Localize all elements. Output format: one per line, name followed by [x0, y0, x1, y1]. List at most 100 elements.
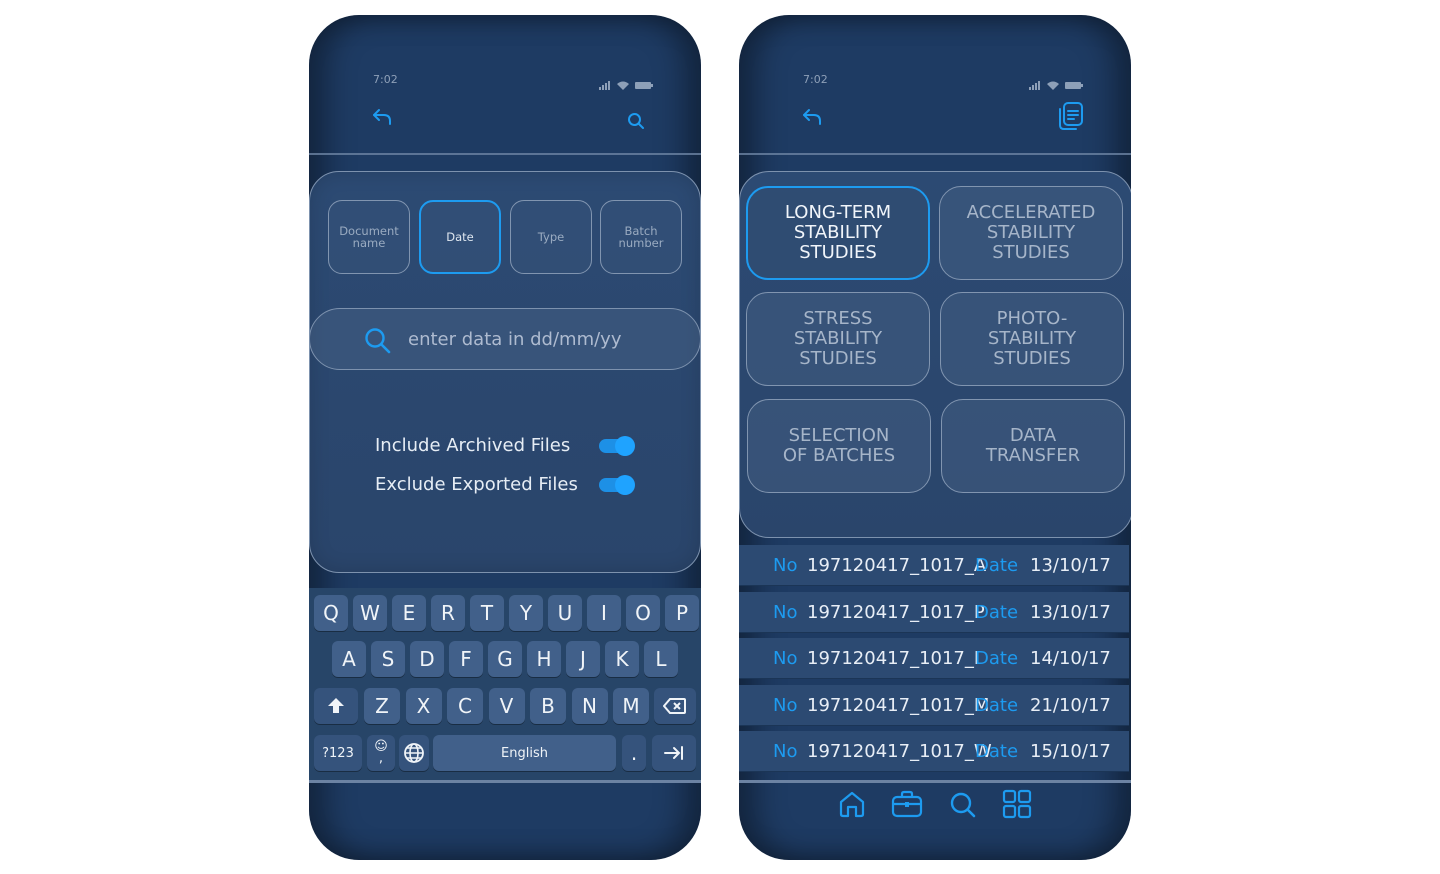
- key-h[interactable]: H: [527, 641, 561, 677]
- key-a[interactable]: A: [332, 641, 366, 677]
- header-divider: [739, 153, 1131, 155]
- record-date: 15/10/17: [1030, 741, 1111, 762]
- date-search-field[interactable]: enter data in dd/mm/yy: [309, 308, 701, 370]
- signal-wifi-battery-icon: [1029, 81, 1083, 90]
- nav-divider: [739, 780, 1131, 783]
- space-bar[interactable]: English: [433, 735, 616, 771]
- home-icon[interactable]: [837, 789, 867, 819]
- record-row[interactable]: No 197120417_1017_P Date 13/10/17: [739, 592, 1129, 633]
- key-f[interactable]: F: [449, 641, 483, 677]
- status-bar: 7:02: [739, 73, 1131, 91]
- briefcase-icon[interactable]: [890, 789, 924, 819]
- record-number: 197120417_1017_P: [807, 602, 985, 623]
- grid-menu-icon[interactable]: [1001, 788, 1033, 820]
- exclude-exported-toggle[interactable]: [599, 475, 635, 495]
- keyboard-divider: [309, 780, 701, 783]
- key-o[interactable]: O: [626, 595, 660, 631]
- record-number: 197120417_1017_W: [807, 741, 992, 762]
- header-divider: [309, 153, 701, 155]
- record-date-label: Date: [975, 602, 1019, 623]
- filter-chip-document-name[interactable]: Document name: [328, 200, 410, 274]
- key-l[interactable]: L: [644, 641, 678, 677]
- record-no-label: No: [773, 648, 798, 669]
- key-u[interactable]: U: [548, 595, 582, 631]
- filter-chip-batch-number[interactable]: Batch number: [600, 200, 682, 274]
- filter-chip-date[interactable]: Date: [419, 200, 501, 274]
- emoji-key[interactable]: ☺,: [367, 735, 395, 771]
- key-z[interactable]: Z: [364, 688, 400, 724]
- signal-wifi-battery-icon: [599, 81, 653, 90]
- key-p[interactable]: P: [665, 595, 699, 631]
- record-number: 197120417_1017_I: [807, 648, 980, 669]
- status-icons: [1029, 75, 1085, 94]
- search-icon[interactable]: [625, 110, 647, 132]
- record-date: 13/10/17: [1030, 602, 1111, 623]
- record-date-label: Date: [975, 695, 1019, 716]
- language-key[interactable]: [399, 735, 429, 771]
- key-r[interactable]: R: [431, 595, 465, 631]
- documents-icon[interactable]: [1056, 100, 1086, 132]
- key-x[interactable]: X: [405, 688, 442, 724]
- record-row[interactable]: No 197120417_1017_I Date 14/10/17: [739, 638, 1129, 679]
- key-g[interactable]: G: [488, 641, 522, 677]
- status-time: 7:02: [373, 73, 398, 86]
- record-no-label: No: [773, 695, 798, 716]
- category-accelerated[interactable]: ACCELERATED STABILITY STUDIES: [939, 186, 1123, 280]
- record-number: 197120417_1017_A: [807, 555, 987, 576]
- key-w[interactable]: W: [353, 595, 387, 631]
- record-row[interactable]: No 197120417_1017_A Date 13/10/17: [739, 545, 1129, 586]
- record-date-label: Date: [975, 741, 1019, 762]
- record-no-label: No: [773, 602, 798, 623]
- key-y[interactable]: Y: [509, 595, 543, 631]
- symbols-key[interactable]: ?123: [314, 735, 362, 771]
- status-icons: [599, 75, 655, 94]
- search-icon[interactable]: [948, 790, 978, 820]
- key-m[interactable]: M: [613, 688, 649, 724]
- key-n[interactable]: N: [571, 688, 608, 724]
- stability-studies-screen: 7:02 LONG-TERM STABILITY STUDIES ACCELER…: [739, 15, 1131, 860]
- filter-chip-type[interactable]: Type: [510, 200, 592, 274]
- key-q[interactable]: Q: [314, 595, 348, 631]
- key-d[interactable]: D: [410, 641, 444, 677]
- on-screen-keyboard: Q W E R T Y U I O P A S D F G H J K L Z X C V B N M ?123 ☺, English.: [309, 588, 701, 780]
- include-archived-toggle[interactable]: [599, 436, 635, 456]
- key-j[interactable]: J: [566, 641, 600, 677]
- category-long-term[interactable]: LONG-TERM STABILITY STUDIES: [746, 186, 930, 280]
- back-arrow-icon[interactable]: [369, 105, 395, 129]
- key-s[interactable]: S: [371, 641, 405, 677]
- enter-key[interactable]: [652, 735, 696, 771]
- shift-key[interactable]: [314, 688, 358, 724]
- search-filter-screen: 7:02 Document name Date Type Batch numbe…: [309, 15, 701, 860]
- record-row[interactable]: No 197120417_1017_M Date 21/10/17: [739, 685, 1129, 726]
- record-date: 21/10/17: [1030, 695, 1111, 716]
- backspace-icon: [663, 698, 686, 714]
- key-e[interactable]: E: [392, 595, 426, 631]
- category-data-transfer[interactable]: DATA TRANSFER: [941, 399, 1125, 493]
- record-no-label: No: [773, 741, 798, 762]
- status-time: 7:02: [803, 73, 828, 86]
- key-c[interactable]: C: [447, 688, 483, 724]
- record-no-label: No: [773, 555, 798, 576]
- emoji-key-comma: ,: [378, 751, 384, 766]
- category-selection-of-batches[interactable]: SELECTION OF BATCHES: [747, 399, 931, 493]
- globe-icon: [404, 743, 424, 763]
- key-b[interactable]: B: [530, 688, 566, 724]
- search-placeholder: enter data in dd/mm/yy: [408, 329, 622, 350]
- record-row[interactable]: No 197120417_1017_W Date 15/10/17: [739, 731, 1129, 772]
- backspace-key[interactable]: [654, 688, 696, 724]
- exclude-exported-label: Exclude Exported Files: [375, 474, 578, 495]
- category-photo-stability[interactable]: PHOTO- STABILITY STUDIES: [940, 292, 1124, 386]
- key-i[interactable]: I: [587, 595, 621, 631]
- status-bar: 7:02: [309, 73, 701, 91]
- record-number: 197120417_1017_M: [807, 695, 990, 716]
- category-stress[interactable]: STRESS STABILITY STUDIES: [746, 292, 930, 386]
- shift-icon: [328, 698, 344, 713]
- include-archived-label: Include Archived Files: [375, 435, 571, 456]
- key-k[interactable]: K: [605, 641, 639, 677]
- period-key[interactable]: .: [622, 735, 646, 771]
- key-v[interactable]: V: [488, 688, 525, 724]
- back-arrow-icon[interactable]: [799, 105, 825, 129]
- search-icon: [364, 327, 392, 359]
- record-date: 14/10/17: [1030, 648, 1111, 669]
- key-t[interactable]: T: [470, 595, 504, 631]
